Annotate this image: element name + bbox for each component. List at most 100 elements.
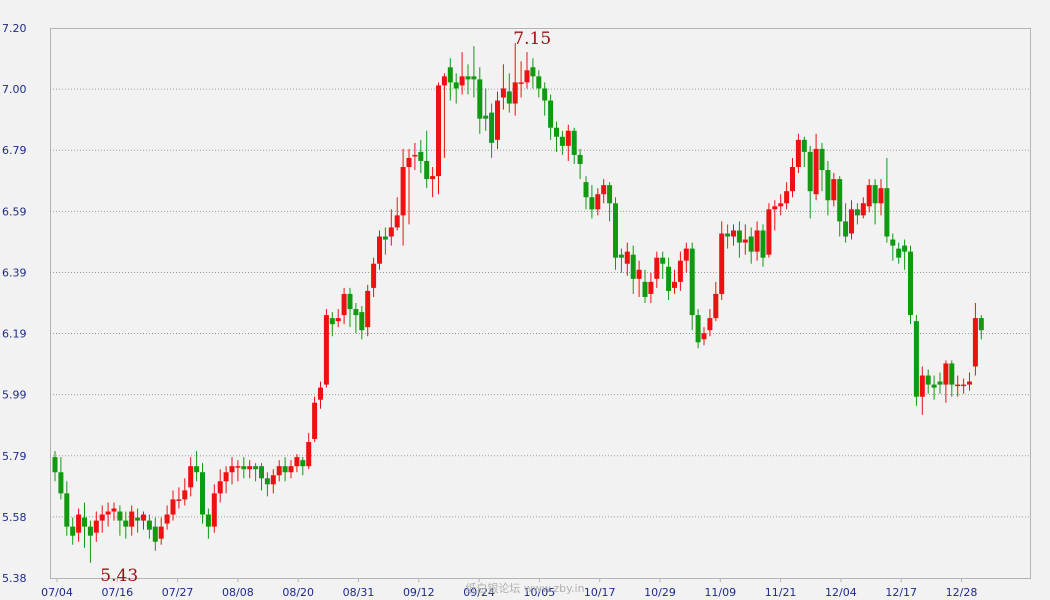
candle-body (742, 239, 748, 243)
y-tick-label: 7.00 (2, 83, 27, 96)
candle-body (571, 130, 577, 155)
candle-body (801, 139, 807, 152)
candle-body (406, 157, 412, 168)
candle-body (559, 136, 565, 146)
candle-body (194, 466, 200, 473)
candle (913, 315, 919, 406)
candle-body (843, 221, 849, 237)
candle-body (636, 269, 642, 279)
candle-body (123, 520, 129, 527)
x-tick-label: 12/28 (946, 586, 978, 599)
candle-body (943, 363, 949, 385)
candle-body (972, 318, 978, 367)
candle-body (247, 466, 253, 470)
candle-body (624, 251, 630, 264)
candle-body (58, 472, 64, 494)
candle-body (672, 281, 677, 288)
candle-body (471, 76, 477, 80)
price-annotation: 7.15 (513, 29, 551, 49)
x-tick-label: 07/27 (162, 586, 194, 599)
candle (766, 203, 772, 258)
candle-body (548, 100, 554, 128)
candle-body (978, 318, 984, 331)
y-tick-label: 5.79 (2, 450, 27, 463)
candle-body (111, 508, 117, 512)
x-tick-label: 10/17 (584, 586, 616, 599)
candle-body (500, 88, 506, 98)
candle-body (235, 466, 241, 468)
y-tick-label: 6.19 (2, 328, 27, 341)
candle-body (188, 466, 194, 488)
candle-body (76, 514, 82, 533)
candle-body (477, 79, 483, 119)
price-annotation: 5.43 (100, 566, 138, 586)
candle-body (489, 112, 495, 143)
candle-body (365, 290, 371, 328)
candle-body (725, 233, 731, 237)
candle-body (607, 185, 613, 204)
candle-body (595, 194, 601, 210)
candle-body (713, 293, 719, 319)
candle-body (565, 130, 571, 146)
candle-body (306, 442, 312, 467)
candle-body (253, 466, 259, 470)
candle-body (87, 526, 93, 536)
candle-body (465, 76, 471, 80)
x-tick-label: 08/08 (222, 586, 254, 599)
candle-body (359, 312, 365, 331)
candle-body (872, 185, 878, 204)
candle-body (312, 402, 318, 439)
candle-body (660, 257, 666, 264)
candle-body (778, 203, 784, 207)
candle-body (158, 526, 164, 539)
candle-body (70, 526, 76, 536)
candle-body (849, 209, 854, 234)
x-tick-label: 08/31 (343, 586, 375, 599)
candle-body (807, 151, 813, 192)
candle-body (483, 115, 489, 119)
candle-body (878, 188, 884, 204)
x-tick-label: 11/09 (704, 586, 736, 599)
candle (323, 309, 329, 388)
candle-body (784, 191, 790, 204)
candle-body (323, 315, 329, 385)
candle-body (677, 260, 683, 282)
candle-body (819, 148, 825, 171)
candle-body (229, 466, 235, 473)
watermark: 纸白银论坛 www.zby.in (465, 581, 584, 595)
candle-body (453, 82, 459, 89)
candle-body (264, 478, 270, 485)
candle-body (831, 179, 837, 201)
candle (908, 245, 913, 325)
candle-body (282, 466, 288, 473)
candle-body (736, 230, 742, 243)
candle-body (211, 493, 217, 527)
candle-body (329, 318, 335, 325)
candle-body (146, 520, 152, 530)
candle-body (135, 517, 141, 521)
candle-body (176, 499, 182, 501)
candle-body (890, 239, 896, 246)
candle-body (259, 466, 264, 479)
candle-body (613, 203, 618, 258)
candle-body (931, 384, 937, 388)
candle-body (949, 363, 955, 385)
candle-body (223, 472, 229, 482)
candle-body (52, 457, 58, 473)
candle-body (642, 281, 648, 297)
candle-body (601, 185, 607, 195)
candle-body (205, 514, 211, 527)
candle-body (377, 236, 382, 264)
candle-body (719, 233, 725, 294)
candle-body (353, 309, 359, 316)
x-tick-label: 12/04 (825, 586, 857, 599)
candle-body (896, 248, 902, 258)
candle-body (430, 176, 436, 180)
candle-body (93, 520, 99, 533)
candle-body (866, 185, 872, 207)
candle-body (795, 139, 801, 168)
candle-body (495, 100, 500, 140)
candle-body (388, 227, 394, 237)
candle-body (701, 333, 707, 340)
candle-body (82, 517, 87, 527)
